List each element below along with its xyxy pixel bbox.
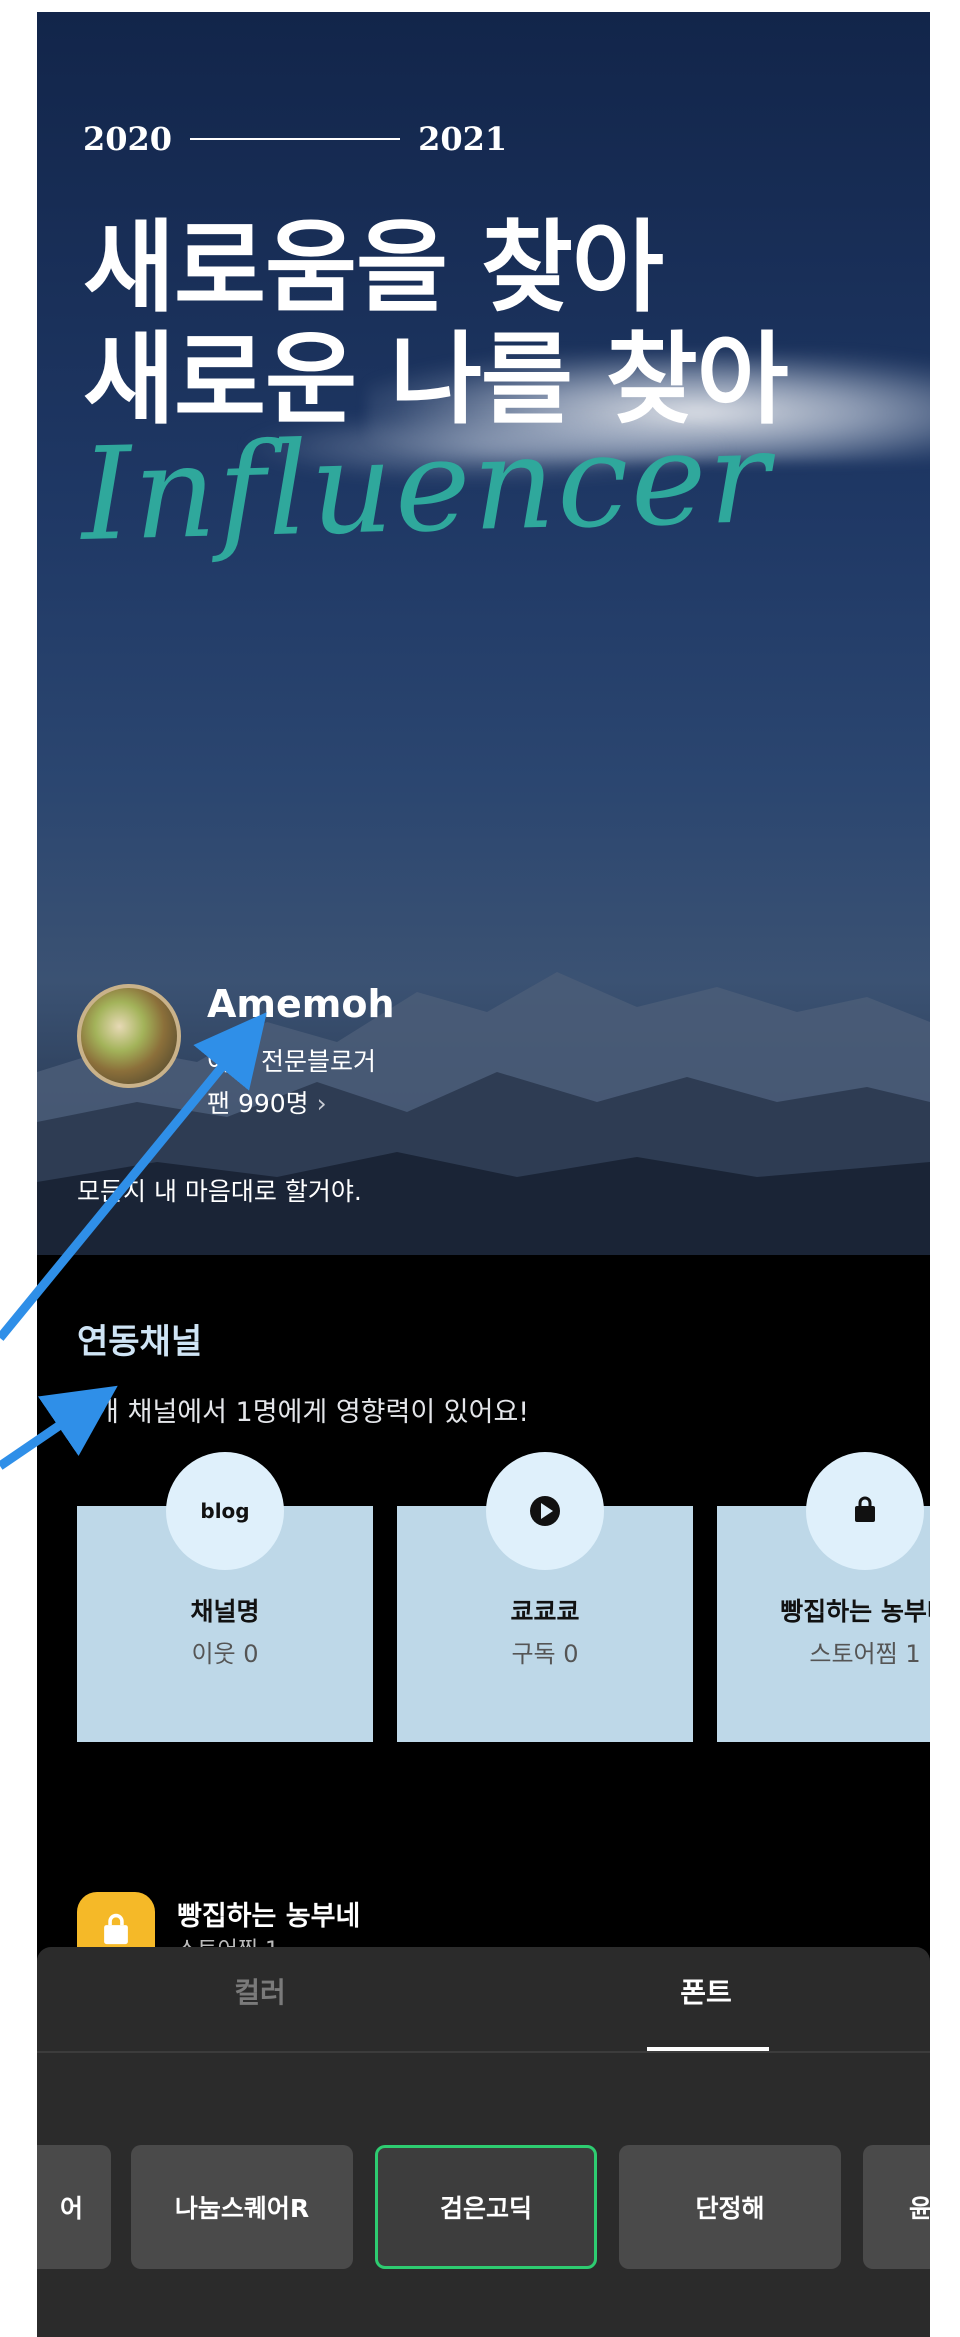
divider (37, 2051, 930, 2053)
profile-bio: 모든지 내 마음대로 할거야. (77, 1177, 362, 1206)
play-icon (486, 1452, 604, 1570)
channel-name: 채널명 (190, 1597, 260, 1626)
chevron-right-icon: › (316, 1089, 327, 1118)
year-start: 2020 (83, 120, 173, 158)
channel-name: 빵집하는 농부네 (780, 1597, 930, 1626)
channel-stat: 구독 0 (511, 1640, 579, 1668)
mountain-illustration (37, 972, 930, 1255)
fans-count: 팬 990명 (207, 1089, 309, 1118)
channel-name: 쿄쿄쿄 (510, 1597, 580, 1626)
section-title: 연동채널 (77, 1322, 203, 1362)
tab-font[interactable]: 폰트 (483, 1971, 929, 2011)
blog-icon: blog (166, 1452, 284, 1570)
avatar[interactable] (77, 984, 181, 1088)
hero-headline: 새로움을 찾아 새로운 나를 찾아 (83, 209, 789, 436)
shopping-bag-icon (806, 1452, 924, 1570)
tab-color[interactable]: 컬러 (37, 1971, 483, 2011)
section-subtitle: 3개 채널에서 1명에게 영향력이 있어요! (77, 1397, 530, 1428)
fans-link[interactable]: 팬 990명 › (207, 1084, 327, 1120)
script-overlay-text: Influencer (79, 402, 774, 571)
font-option-selected[interactable]: 검은고딕 (375, 2145, 597, 2269)
channel-stat: 스토어찜 1 (809, 1640, 921, 1668)
channel-stat: 이웃 0 (191, 1640, 259, 1668)
profile-name: Amemoh (207, 982, 395, 1026)
font-settings-sheet: 컬러 폰트 어 나눔스퀘어R 검은고딕 단정해 윤 (37, 1947, 930, 2337)
list-item-name[interactable]: 빵집하는 농부네 (177, 1894, 360, 1933)
font-option[interactable]: 단정해 (619, 2145, 841, 2269)
font-option[interactable]: 나눔스퀘어R (131, 2145, 353, 2269)
font-option[interactable]: 어 (37, 2145, 111, 2269)
headline-line-1: 새로움을 찾아 (83, 209, 664, 326)
year-range: 2020 2021 (83, 120, 507, 158)
profile-description: 여행 전문블로거 (207, 1047, 376, 1076)
font-option[interactable]: 윤 (863, 2145, 930, 2269)
year-end: 2021 (418, 120, 508, 158)
year-divider-line (190, 138, 401, 140)
hero-banner: 2020 2021 새로움을 찾아 새로운 나를 찾아 Influencer A… (37, 12, 930, 1255)
app-frame: 2020 2021 새로움을 찾아 새로운 나를 찾아 Influencer A… (37, 12, 930, 2337)
